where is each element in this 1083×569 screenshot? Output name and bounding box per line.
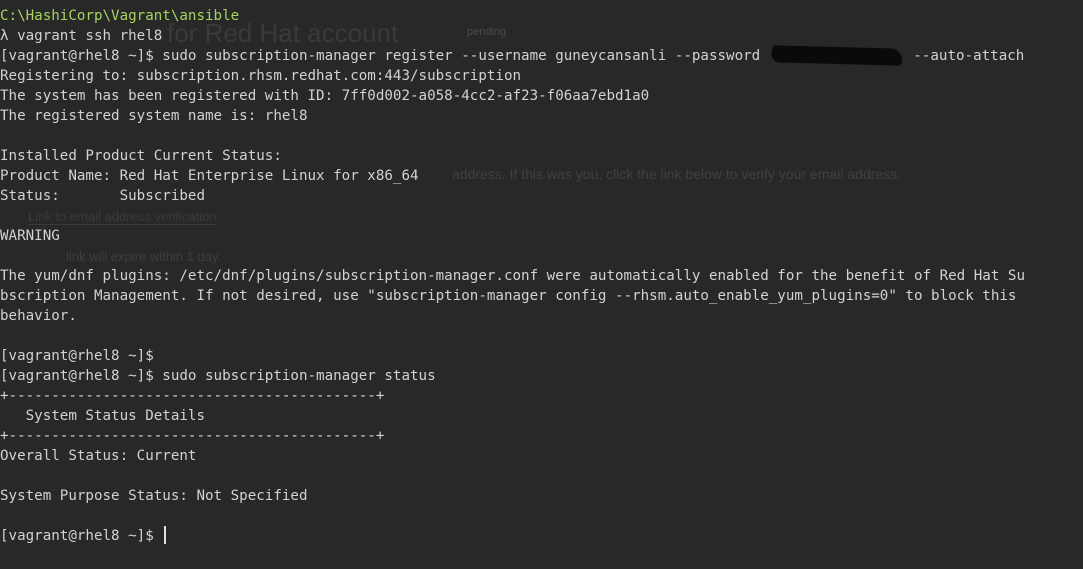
shell-prompt: [vagrant@rhel8 ~]$ <box>0 528 154 544</box>
terminal-line: WARNING <box>0 228 60 244</box>
terminal-line: Installed Product Current Status: <box>0 148 282 164</box>
terminal-line: Status: Subscribed <box>0 188 205 204</box>
terminal-line: System Purpose Status: Not Specified <box>0 488 308 504</box>
terminal-line: System Status Details <box>0 408 205 424</box>
text-cursor[interactable] <box>164 526 167 544</box>
terminal-line: The yum/dnf plugins: /etc/dnf/plugins/su… <box>0 268 1025 284</box>
register-command-flag: --auto-attach <box>913 48 1025 64</box>
terminal-window[interactable]: for Red Hat account pending address. If … <box>0 0 1083 569</box>
terminal-line: Overall Status: Current <box>0 448 197 464</box>
terminal-line: behavior. <box>0 308 77 324</box>
register-command-line: [vagrant@rhel8 ~]$ sudo subscription-man… <box>0 45 1025 66</box>
terminal-output: C:\HashiCorp\Vagrant\ansible λ vagrant s… <box>0 6 1025 546</box>
redacted-password <box>769 45 904 66</box>
prompt-line[interactable]: [vagrant@rhel8 ~]$ <box>0 526 1025 546</box>
register-command: [vagrant@rhel8 ~]$ sudo subscription-man… <box>0 48 761 64</box>
terminal-line: Registering to: subscription.rhsm.redhat… <box>0 68 522 84</box>
terminal-line: The registered system name is: rhel8 <box>0 108 308 124</box>
terminal-line: +---------------------------------------… <box>0 388 385 404</box>
terminal-line: Product Name: Red Hat Enterprise Linux f… <box>0 168 419 184</box>
terminal-line: bscription Management. If not desired, u… <box>0 288 1017 304</box>
terminal-line: λ vagrant ssh rhel8 <box>0 28 163 44</box>
terminal-line: The system has been registered with ID: … <box>0 88 650 104</box>
terminal-line: [vagrant@rhel8 ~]$ <box>0 348 154 364</box>
terminal-line: [vagrant@rhel8 ~]$ sudo subscription-man… <box>0 368 436 384</box>
cwd-line: C:\HashiCorp\Vagrant\ansible <box>0 8 240 24</box>
terminal-line: +---------------------------------------… <box>0 428 385 444</box>
